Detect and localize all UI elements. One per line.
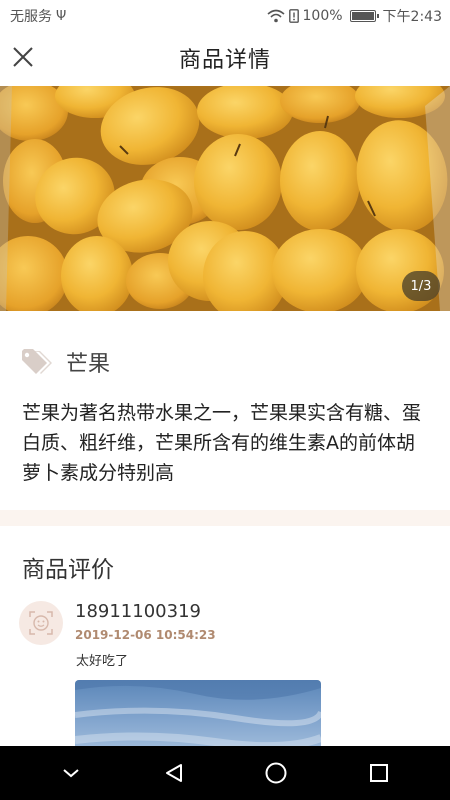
page-title: 商品详情 bbox=[178, 48, 271, 73]
product-description: 芒果为著名热带水果之一，芒果果实含有糖、蛋白质、粗纤维，芒果所含有的维生素A的前… bbox=[22, 402, 422, 484]
close-button[interactable] bbox=[10, 44, 36, 70]
nav-recent-icon bbox=[369, 764, 388, 782]
carrier-text: 无服务 bbox=[10, 9, 52, 25]
system-nav-bar bbox=[0, 746, 450, 800]
tag-icon bbox=[22, 349, 52, 374]
nav-back-icon bbox=[165, 764, 182, 782]
nav-back-button[interactable] bbox=[154, 753, 194, 793]
avatar-placeholder-icon bbox=[29, 611, 53, 635]
header: 商品详情 bbox=[0, 32, 450, 84]
avatar bbox=[19, 601, 63, 645]
nav-hide-button[interactable] bbox=[51, 753, 91, 793]
review-username: 18911100319 bbox=[75, 601, 201, 622]
wifi-icon bbox=[266, 9, 285, 23]
review-text: 太好吃了 bbox=[76, 654, 129, 669]
review-timestamp: 2019-12-06 10:54:23 bbox=[75, 628, 216, 642]
close-icon bbox=[13, 47, 33, 67]
battery-percent: 100% bbox=[302, 8, 343, 24]
sim-alert-icon bbox=[288, 9, 299, 23]
nav-hide-icon bbox=[63, 769, 79, 778]
product-image bbox=[0, 86, 450, 311]
nav-recent-button[interactable] bbox=[359, 753, 399, 793]
status-left: 无服务 Ψ bbox=[10, 6, 66, 26]
battery-icon bbox=[349, 10, 379, 22]
battery-fill bbox=[351, 12, 374, 20]
product-image-carousel[interactable]: 1/3 bbox=[0, 86, 450, 311]
usb-icon: Ψ bbox=[56, 8, 67, 24]
clock: 下午2:43 bbox=[382, 9, 442, 25]
section-divider bbox=[0, 510, 450, 526]
nav-home-icon bbox=[265, 762, 287, 784]
product-name: 芒果 bbox=[66, 352, 111, 377]
reviews-title: 商品评价 bbox=[22, 557, 114, 583]
nav-home-button[interactable] bbox=[256, 753, 296, 793]
product-name-row: 芒果 bbox=[20, 346, 110, 378]
status-right: 100% 下午2:43 bbox=[266, 6, 442, 26]
status-bar: 无服务 Ψ 100% 下午2:43 bbox=[0, 0, 450, 32]
image-counter: 1/3 bbox=[402, 271, 440, 301]
